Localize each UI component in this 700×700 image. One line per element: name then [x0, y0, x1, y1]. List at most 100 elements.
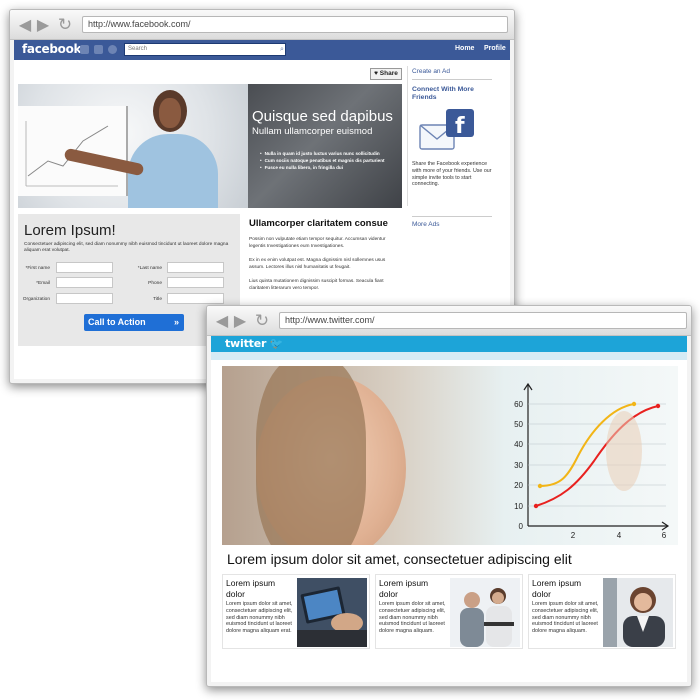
twitter-hero-image: 60 50 40 30 20 10 0 2 4 6 [222, 366, 678, 545]
first-name-field[interactable] [56, 262, 113, 273]
hand-drawing [606, 411, 642, 491]
connect-description: Share the Facebook experience with more … [412, 161, 492, 188]
yellow-point [631, 401, 637, 407]
smiling-woman-photo [256, 366, 406, 545]
title-label: Title [153, 297, 162, 302]
reload-icon[interactable]: ↻ [56, 16, 74, 34]
sidebar-rule [412, 79, 492, 80]
article-title: Ullamcorper claritatem consue [249, 218, 388, 229]
phone-label: Phone [148, 281, 162, 286]
organization-label: Organization [22, 297, 50, 302]
notifications-icon[interactable] [108, 45, 117, 54]
create-ad-link[interactable]: Create an Ad [412, 68, 450, 75]
call-to-action-button[interactable]: Call to Action » [84, 314, 184, 331]
article-paragraph: Ex in ex enim volutpat est. Magna dignis… [249, 258, 386, 270]
article-paragraph: Possim non vulputate etiam tempor sequit… [249, 237, 386, 249]
address-bar[interactable]: http://www.twitter.com/ [279, 312, 687, 329]
twitter-page: twitter 🐦 60 50 40 30 20 10 0 2 4 6 Lore… [211, 336, 687, 682]
y-tick-label: 60 [514, 400, 523, 409]
reload-icon[interactable]: ↻ [253, 312, 271, 330]
businesswoman-photo [603, 578, 673, 647]
y-tick-label: 40 [514, 440, 523, 449]
email-label: *Email [36, 281, 50, 286]
phone-field[interactable] [167, 277, 224, 288]
form-description: Consectetuer adipiscing elit, sed diam n… [24, 242, 229, 253]
friend-requests-icon[interactable] [80, 45, 89, 54]
share-icon: ♥ [374, 70, 378, 77]
form-title: Lorem Ipsum! [24, 222, 116, 239]
tablet-photo [297, 578, 367, 647]
yellow-point [537, 483, 543, 489]
y-tick-label: 30 [514, 461, 523, 470]
share-button[interactable]: ♥ Share [370, 68, 402, 80]
email-field[interactable] [56, 277, 113, 288]
title-field[interactable] [167, 293, 224, 304]
article-paragraph: Lius quinta mutationem dignissim suscipi… [249, 279, 384, 291]
hero-bullet: Cum sociis natoque penatibus et magnis d… [260, 157, 400, 164]
card-title: Lorem ipsum dolor [532, 578, 582, 599]
last-name-field[interactable] [167, 262, 224, 273]
twitter-logo-text: twitter [225, 337, 267, 350]
hero-bullet: Nulla in quam id justo luctus varius nun… [260, 150, 400, 157]
woman-hair [256, 366, 366, 545]
facebook-top-bar: facebook Search ⌕ Home Profile [14, 40, 510, 60]
home-link[interactable]: Home [455, 45, 474, 52]
hero-bullet-list: Nulla in quam id justo luctus varius nun… [260, 150, 400, 172]
svg-text:f: f [455, 114, 465, 139]
double-chevron-right-icon: » [173, 317, 179, 327]
y-tick-label: 20 [514, 481, 523, 490]
back-arrow-icon[interactable]: ◀ [213, 312, 231, 330]
twitter-top-bar: twitter 🐦 [211, 336, 687, 352]
feature-card[interactable]: Lorem ipsum dolor Lorem ipsum dolor sit … [222, 574, 370, 649]
back-arrow-icon[interactable]: ◀ [16, 16, 34, 34]
x-tick-label: 2 [571, 531, 576, 540]
card-body: Lorem ipsum dolor sit amet, consectetuer… [532, 601, 599, 635]
hero-subtitle: Nullam ullamcorper euismod [252, 126, 373, 137]
feature-card[interactable]: Lorem ipsum dolor Lorem ipsum dolor sit … [528, 574, 676, 649]
facebook-logo[interactable]: facebook [22, 42, 82, 56]
twitter-logo[interactable]: twitter 🐦 [225, 337, 284, 350]
y-tick-label: 10 [514, 502, 523, 511]
browser-toolbar: ◀ ▶ ↻ http://www.facebook.com/ [10, 10, 514, 40]
card-body: Lorem ipsum dolor sit amet, consectetuer… [379, 601, 446, 635]
hero-title: Quisque sed dapibus [252, 108, 393, 125]
envelope-facebook-icon: f [419, 109, 474, 150]
browser-toolbar: ◀ ▶ ↻ http://www.twitter.com/ [207, 306, 691, 336]
first-name-label: *First name [25, 266, 50, 271]
card-body: Lorem ipsum dolor sit amet, consectetuer… [226, 601, 293, 635]
x-tick-label: 4 [617, 531, 622, 540]
red-point [533, 503, 539, 509]
connect-heading[interactable]: Connect With More Friends [412, 86, 492, 102]
forward-arrow-icon[interactable]: ▶ [231, 312, 249, 330]
x-tick-label: 6 [662, 531, 667, 540]
address-bar[interactable]: http://www.facebook.com/ [82, 16, 508, 33]
hero-dark-panel [248, 84, 402, 208]
twitter-browser-window: ◀ ▶ ↻ http://www.twitter.com/ twitter 🐦 [206, 305, 692, 687]
presenter-face [159, 98, 181, 128]
y-tick-label: 0 [519, 522, 524, 531]
search-input[interactable]: Search [124, 43, 286, 56]
hero-banner: Quisque sed dapibus Nullam ullamcorper e… [18, 84, 402, 208]
card-title: Lorem ipsum dolor [226, 578, 276, 599]
bird-icon: 🐦 [269, 337, 284, 350]
card-title: Lorem ipsum dolor [379, 578, 429, 599]
hero-bullet: Fusce eu nulla libero, in fringilla dui [260, 164, 400, 171]
sidebar-divider [407, 66, 408, 206]
page-headline: Lorem ipsum dolor sit amet, consectetuer… [227, 551, 572, 567]
growth-chart-illustration: 60 50 40 30 20 10 0 2 4 6 [514, 382, 670, 540]
profile-link[interactable]: Profile [484, 45, 506, 52]
twitter-subheader-strip [211, 352, 687, 360]
share-button-label: Share [379, 70, 398, 77]
cta-label: Call to Action [88, 317, 146, 327]
red-point [655, 403, 661, 409]
messages-icon[interactable] [94, 45, 103, 54]
feature-card[interactable]: Lorem ipsum dolor Lorem ipsum dolor sit … [375, 574, 523, 649]
more-ads-link[interactable]: More Ads [412, 221, 439, 228]
presenter-photo [18, 84, 248, 208]
last-name-label: *Last name [137, 266, 162, 271]
sidebar-rule [412, 216, 492, 217]
forward-arrow-icon[interactable]: ▶ [34, 16, 52, 34]
y-tick-label: 50 [514, 420, 523, 429]
business-people-photo [450, 578, 520, 647]
organization-field[interactable] [56, 293, 113, 304]
